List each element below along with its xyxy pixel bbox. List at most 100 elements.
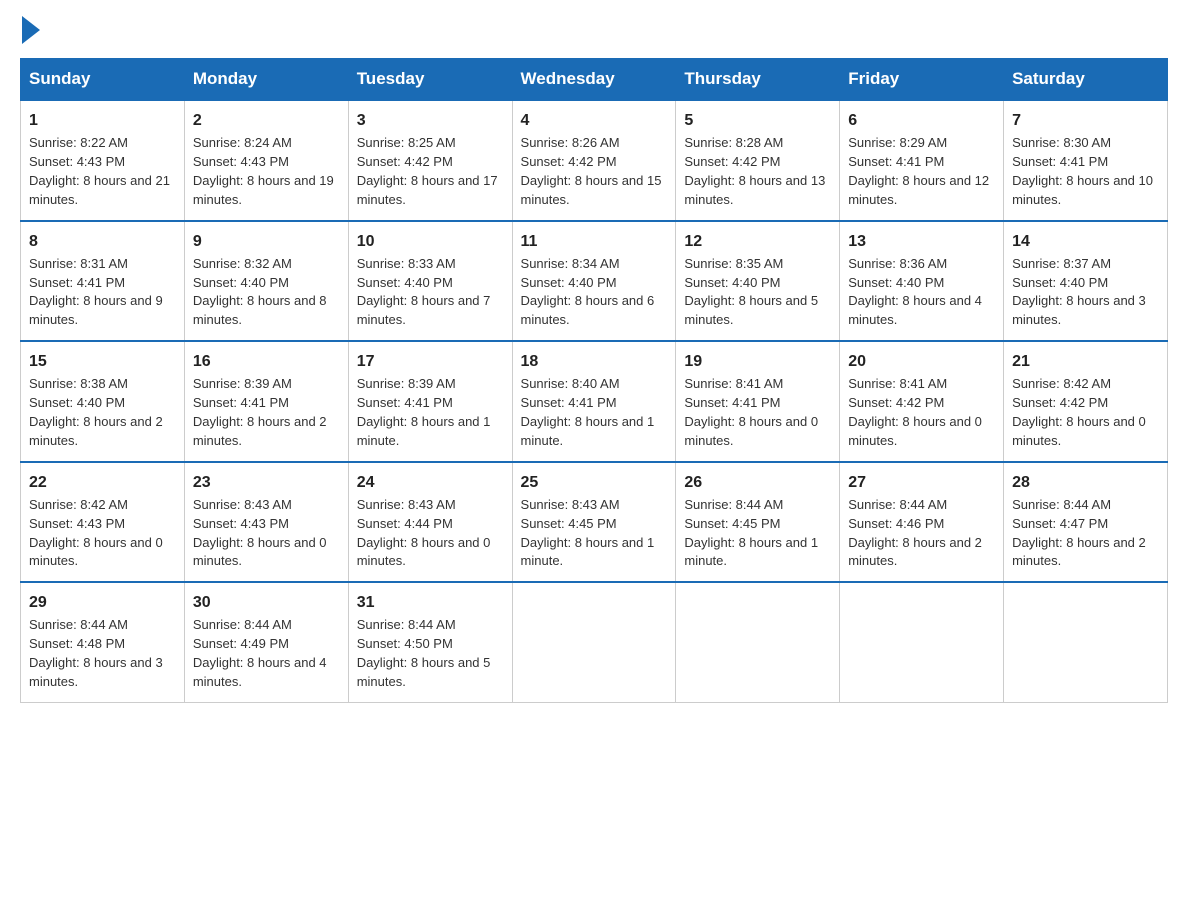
day-info: Sunrise: 8:44 AMSunset: 4:46 PMDaylight:… bbox=[848, 497, 982, 569]
day-info: Sunrise: 8:32 AMSunset: 4:40 PMDaylight:… bbox=[193, 256, 327, 328]
calendar-cell: 4 Sunrise: 8:26 AMSunset: 4:42 PMDaylight… bbox=[512, 100, 676, 221]
calendar-week-1: 1 Sunrise: 8:22 AMSunset: 4:43 PMDaylight… bbox=[21, 100, 1168, 221]
calendar-table: SundayMondayTuesdayWednesdayThursdayFrid… bbox=[20, 58, 1168, 703]
day-info: Sunrise: 8:37 AMSunset: 4:40 PMDaylight:… bbox=[1012, 256, 1146, 328]
day-info: Sunrise: 8:42 AMSunset: 4:43 PMDaylight:… bbox=[29, 497, 163, 569]
weekday-header-monday: Monday bbox=[184, 59, 348, 101]
day-info: Sunrise: 8:29 AMSunset: 4:41 PMDaylight:… bbox=[848, 135, 989, 207]
day-info: Sunrise: 8:38 AMSunset: 4:40 PMDaylight:… bbox=[29, 376, 163, 448]
weekday-header-sunday: Sunday bbox=[21, 59, 185, 101]
weekday-header-saturday: Saturday bbox=[1004, 59, 1168, 101]
calendar-cell: 17 Sunrise: 8:39 AMSunset: 4:41 PMDayligh… bbox=[348, 341, 512, 462]
day-info: Sunrise: 8:36 AMSunset: 4:40 PMDaylight:… bbox=[848, 256, 982, 328]
calendar-cell: 11 Sunrise: 8:34 AMSunset: 4:40 PMDayligh… bbox=[512, 221, 676, 342]
weekday-header-wednesday: Wednesday bbox=[512, 59, 676, 101]
day-number: 17 bbox=[357, 350, 504, 373]
calendar-cell: 21 Sunrise: 8:42 AMSunset: 4:42 PMDayligh… bbox=[1004, 341, 1168, 462]
calendar-week-3: 15 Sunrise: 8:38 AMSunset: 4:40 PMDayligh… bbox=[21, 341, 1168, 462]
day-number: 25 bbox=[521, 471, 668, 494]
day-info: Sunrise: 8:39 AMSunset: 4:41 PMDaylight:… bbox=[357, 376, 491, 448]
day-number: 21 bbox=[1012, 350, 1159, 373]
weekday-header-row: SundayMondayTuesdayWednesdayThursdayFrid… bbox=[21, 59, 1168, 101]
day-number: 10 bbox=[357, 230, 504, 253]
day-number: 11 bbox=[521, 230, 668, 253]
day-number: 28 bbox=[1012, 471, 1159, 494]
day-info: Sunrise: 8:44 AMSunset: 4:49 PMDaylight:… bbox=[193, 617, 327, 689]
day-number: 31 bbox=[357, 591, 504, 614]
calendar-cell: 26 Sunrise: 8:44 AMSunset: 4:45 PMDayligh… bbox=[676, 462, 840, 583]
calendar-cell: 15 Sunrise: 8:38 AMSunset: 4:40 PMDayligh… bbox=[21, 341, 185, 462]
calendar-cell: 8 Sunrise: 8:31 AMSunset: 4:41 PMDaylight… bbox=[21, 221, 185, 342]
day-info: Sunrise: 8:44 AMSunset: 4:48 PMDaylight:… bbox=[29, 617, 163, 689]
day-number: 8 bbox=[29, 230, 176, 253]
day-number: 13 bbox=[848, 230, 995, 253]
day-info: Sunrise: 8:26 AMSunset: 4:42 PMDaylight:… bbox=[521, 135, 662, 207]
day-info: Sunrise: 8:42 AMSunset: 4:42 PMDaylight:… bbox=[1012, 376, 1146, 448]
calendar-cell: 10 Sunrise: 8:33 AMSunset: 4:40 PMDayligh… bbox=[348, 221, 512, 342]
day-info: Sunrise: 8:30 AMSunset: 4:41 PMDaylight:… bbox=[1012, 135, 1153, 207]
calendar-cell bbox=[676, 582, 840, 702]
calendar-cell: 19 Sunrise: 8:41 AMSunset: 4:41 PMDayligh… bbox=[676, 341, 840, 462]
day-info: Sunrise: 8:33 AMSunset: 4:40 PMDaylight:… bbox=[357, 256, 491, 328]
day-info: Sunrise: 8:34 AMSunset: 4:40 PMDaylight:… bbox=[521, 256, 655, 328]
day-info: Sunrise: 8:41 AMSunset: 4:42 PMDaylight:… bbox=[848, 376, 982, 448]
day-info: Sunrise: 8:43 AMSunset: 4:43 PMDaylight:… bbox=[193, 497, 327, 569]
calendar-cell: 16 Sunrise: 8:39 AMSunset: 4:41 PMDayligh… bbox=[184, 341, 348, 462]
page-header bbox=[20, 20, 1168, 38]
weekday-header-friday: Friday bbox=[840, 59, 1004, 101]
day-number: 6 bbox=[848, 109, 995, 132]
day-info: Sunrise: 8:44 AMSunset: 4:47 PMDaylight:… bbox=[1012, 497, 1146, 569]
calendar-cell: 13 Sunrise: 8:36 AMSunset: 4:40 PMDayligh… bbox=[840, 221, 1004, 342]
calendar-header: SundayMondayTuesdayWednesdayThursdayFrid… bbox=[21, 59, 1168, 101]
day-number: 5 bbox=[684, 109, 831, 132]
calendar-cell: 30Sunrise: 8:44 AMSunset: 4:49 PMDayligh… bbox=[184, 582, 348, 702]
calendar-cell: 18Sunrise: 8:40 AMSunset: 4:41 PMDayligh… bbox=[512, 341, 676, 462]
day-number: 22 bbox=[29, 471, 176, 494]
calendar-cell: 5 Sunrise: 8:28 AMSunset: 4:42 PMDaylight… bbox=[676, 100, 840, 221]
day-info: Sunrise: 8:40 AMSunset: 4:41 PMDaylight:… bbox=[521, 376, 655, 448]
logo bbox=[20, 20, 40, 38]
day-info: Sunrise: 8:31 AMSunset: 4:41 PMDaylight:… bbox=[29, 256, 163, 328]
day-number: 16 bbox=[193, 350, 340, 373]
calendar-cell bbox=[512, 582, 676, 702]
calendar-cell: 1 Sunrise: 8:22 AMSunset: 4:43 PMDaylight… bbox=[21, 100, 185, 221]
day-number: 23 bbox=[193, 471, 340, 494]
calendar-week-5: 29 Sunrise: 8:44 AMSunset: 4:48 PMDayligh… bbox=[21, 582, 1168, 702]
day-number: 12 bbox=[684, 230, 831, 253]
calendar-cell: 3Sunrise: 8:25 AMSunset: 4:42 PMDaylight… bbox=[348, 100, 512, 221]
day-info: Sunrise: 8:44 AMSunset: 4:45 PMDaylight:… bbox=[684, 497, 818, 569]
day-info: Sunrise: 8:43 AMSunset: 4:44 PMDaylight:… bbox=[357, 497, 491, 569]
calendar-cell: 28 Sunrise: 8:44 AMSunset: 4:47 PMDayligh… bbox=[1004, 462, 1168, 583]
day-number: 29 bbox=[29, 591, 176, 614]
calendar-cell: 2Sunrise: 8:24 AMSunset: 4:43 PMDaylight… bbox=[184, 100, 348, 221]
day-number: 19 bbox=[684, 350, 831, 373]
calendar-week-4: 22 Sunrise: 8:42 AMSunset: 4:43 PMDayligh… bbox=[21, 462, 1168, 583]
calendar-cell: 9 Sunrise: 8:32 AMSunset: 4:40 PMDaylight… bbox=[184, 221, 348, 342]
calendar-cell: 31 Sunrise: 8:44 AMSunset: 4:50 PMDayligh… bbox=[348, 582, 512, 702]
day-number: 26 bbox=[684, 471, 831, 494]
calendar-cell: 27Sunrise: 8:44 AMSunset: 4:46 PMDayligh… bbox=[840, 462, 1004, 583]
calendar-cell: 12 Sunrise: 8:35 AMSunset: 4:40 PMDayligh… bbox=[676, 221, 840, 342]
calendar-cell: 24Sunrise: 8:43 AMSunset: 4:44 PMDayligh… bbox=[348, 462, 512, 583]
weekday-header-thursday: Thursday bbox=[676, 59, 840, 101]
calendar-cell: 6 Sunrise: 8:29 AMSunset: 4:41 PMDaylight… bbox=[840, 100, 1004, 221]
logo-arrow-icon bbox=[22, 16, 40, 44]
day-number: 3 bbox=[357, 109, 504, 132]
day-number: 15 bbox=[29, 350, 176, 373]
day-number: 9 bbox=[193, 230, 340, 253]
day-number: 1 bbox=[29, 109, 176, 132]
calendar-body: 1 Sunrise: 8:22 AMSunset: 4:43 PMDaylight… bbox=[21, 100, 1168, 702]
day-number: 14 bbox=[1012, 230, 1159, 253]
day-number: 2 bbox=[193, 109, 340, 132]
day-info: Sunrise: 8:22 AMSunset: 4:43 PMDaylight:… bbox=[29, 135, 170, 207]
day-number: 20 bbox=[848, 350, 995, 373]
day-info: Sunrise: 8:35 AMSunset: 4:40 PMDaylight:… bbox=[684, 256, 818, 328]
day-info: Sunrise: 8:28 AMSunset: 4:42 PMDaylight:… bbox=[684, 135, 825, 207]
day-info: Sunrise: 8:44 AMSunset: 4:50 PMDaylight:… bbox=[357, 617, 491, 689]
day-number: 4 bbox=[521, 109, 668, 132]
calendar-week-2: 8 Sunrise: 8:31 AMSunset: 4:41 PMDaylight… bbox=[21, 221, 1168, 342]
day-info: Sunrise: 8:41 AMSunset: 4:41 PMDaylight:… bbox=[684, 376, 818, 448]
calendar-cell: 14 Sunrise: 8:37 AMSunset: 4:40 PMDayligh… bbox=[1004, 221, 1168, 342]
day-info: Sunrise: 8:39 AMSunset: 4:41 PMDaylight:… bbox=[193, 376, 327, 448]
calendar-cell: 22 Sunrise: 8:42 AMSunset: 4:43 PMDayligh… bbox=[21, 462, 185, 583]
